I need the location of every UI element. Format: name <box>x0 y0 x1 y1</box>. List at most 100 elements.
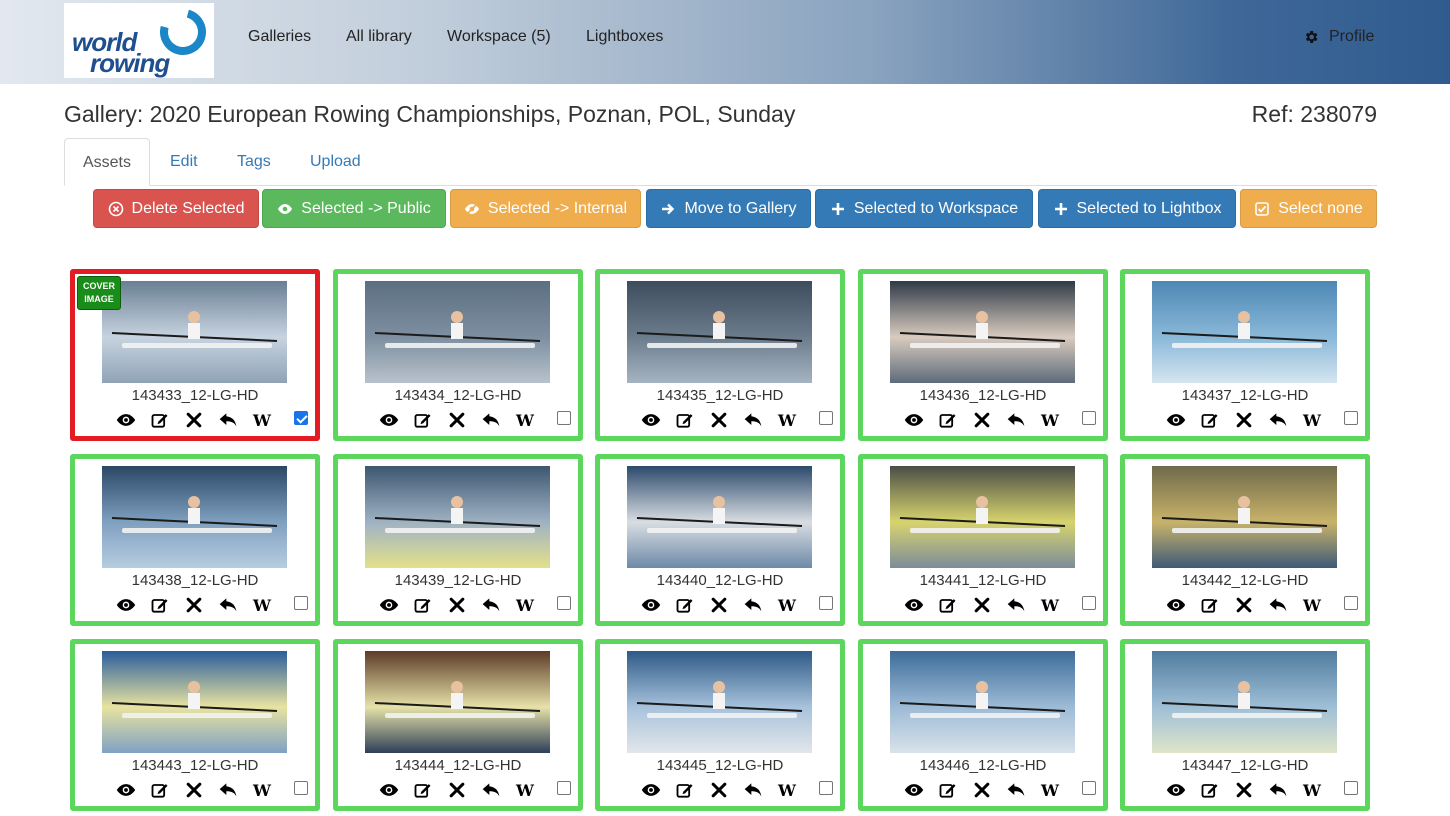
workspace-w-icon[interactable]: W <box>245 594 279 616</box>
reply-arrow-icon[interactable] <box>1261 409 1295 431</box>
reply-arrow-icon[interactable] <box>999 409 1033 431</box>
profile-menu[interactable]: Profile <box>1303 28 1374 46</box>
reply-arrow-icon[interactable] <box>1261 779 1295 801</box>
asset-select-checkbox[interactable] <box>294 781 308 795</box>
asset-thumbnail[interactable] <box>890 466 1075 568</box>
asset-card[interactable]: 143445_12-LG-HD W <box>595 639 845 811</box>
selected-internal-button[interactable]: Selected -> Internal <box>450 189 641 228</box>
workspace-w-icon[interactable]: W <box>508 409 542 431</box>
edit-icon[interactable] <box>1193 409 1227 431</box>
asset-thumbnail[interactable] <box>102 466 287 568</box>
asset-thumbnail[interactable] <box>102 651 287 753</box>
edit-icon[interactable] <box>1193 594 1227 616</box>
edit-icon[interactable] <box>931 779 965 801</box>
asset-select-checkbox[interactable] <box>557 596 571 610</box>
tab-upload[interactable]: Upload <box>310 138 361 186</box>
asset-card[interactable]: 143434_12-LG-HD W <box>333 269 583 441</box>
asset-thumbnail[interactable] <box>365 281 550 383</box>
workspace-w-icon[interactable]: W <box>1033 779 1067 801</box>
asset-select-checkbox[interactable] <box>1344 411 1358 425</box>
view-eye-icon[interactable] <box>109 779 143 801</box>
delete-x-icon[interactable] <box>1227 594 1261 616</box>
edit-icon[interactable] <box>143 409 177 431</box>
view-eye-icon[interactable] <box>372 594 406 616</box>
asset-card[interactable]: 143439_12-LG-HD W <box>333 454 583 626</box>
nav-all-library[interactable]: All library <box>346 28 412 46</box>
edit-icon[interactable] <box>668 779 702 801</box>
reply-arrow-icon[interactable] <box>999 779 1033 801</box>
delete-x-icon[interactable] <box>702 779 736 801</box>
asset-select-checkbox[interactable] <box>557 781 571 795</box>
view-eye-icon[interactable] <box>634 779 668 801</box>
asset-thumbnail[interactable] <box>627 651 812 753</box>
workspace-w-icon[interactable]: W <box>245 409 279 431</box>
workspace-w-icon[interactable]: W <box>508 594 542 616</box>
edit-icon[interactable] <box>668 409 702 431</box>
tab-tags[interactable]: Tags <box>237 138 271 186</box>
edit-icon[interactable] <box>668 594 702 616</box>
asset-card[interactable]: 143438_12-LG-HD W <box>70 454 320 626</box>
edit-icon[interactable] <box>1193 779 1227 801</box>
delete-x-icon[interactable] <box>1227 779 1261 801</box>
asset-select-checkbox[interactable] <box>819 596 833 610</box>
asset-card[interactable]: 143442_12-LG-HD W <box>1120 454 1370 626</box>
edit-icon[interactable] <box>931 409 965 431</box>
workspace-w-icon[interactable]: W <box>1033 409 1067 431</box>
view-eye-icon[interactable] <box>897 409 931 431</box>
asset-card[interactable]: 143447_12-LG-HD W <box>1120 639 1370 811</box>
asset-thumbnail[interactable] <box>890 281 1075 383</box>
asset-thumbnail[interactable] <box>627 281 812 383</box>
reply-arrow-icon[interactable] <box>1261 594 1295 616</box>
move-to-gallery-button[interactable]: Move to Gallery <box>646 189 811 228</box>
reply-arrow-icon[interactable] <box>736 409 770 431</box>
delete-x-icon[interactable] <box>177 779 211 801</box>
asset-card[interactable]: 143437_12-LG-HD W <box>1120 269 1370 441</box>
asset-thumbnail[interactable] <box>890 651 1075 753</box>
delete-x-icon[interactable] <box>440 594 474 616</box>
delete-x-icon[interactable] <box>965 594 999 616</box>
workspace-w-icon[interactable]: W <box>245 779 279 801</box>
asset-thumbnail[interactable] <box>1152 281 1337 383</box>
delete-x-icon[interactable] <box>177 409 211 431</box>
asset-thumbnail[interactable] <box>365 466 550 568</box>
view-eye-icon[interactable] <box>1159 594 1193 616</box>
reply-arrow-icon[interactable] <box>999 594 1033 616</box>
delete-x-icon[interactable] <box>440 779 474 801</box>
delete-x-icon[interactable] <box>1227 409 1261 431</box>
workspace-w-icon[interactable]: W <box>1033 594 1067 616</box>
view-eye-icon[interactable] <box>372 779 406 801</box>
reply-arrow-icon[interactable] <box>211 594 245 616</box>
workspace-w-icon[interactable]: W <box>770 594 804 616</box>
asset-thumbnail[interactable] <box>1152 651 1337 753</box>
asset-select-checkbox[interactable] <box>1082 411 1096 425</box>
nav-lightboxes[interactable]: Lightboxes <box>586 28 663 46</box>
view-eye-icon[interactable] <box>897 594 931 616</box>
asset-thumbnail[interactable] <box>627 466 812 568</box>
asset-card[interactable]: 143441_12-LG-HD W <box>858 454 1108 626</box>
asset-thumbnail[interactable] <box>365 651 550 753</box>
edit-icon[interactable] <box>406 594 440 616</box>
select-none-button[interactable]: Select none <box>1240 189 1377 228</box>
view-eye-icon[interactable] <box>1159 779 1193 801</box>
tab-assets[interactable]: Assets <box>64 138 150 186</box>
view-eye-icon[interactable] <box>109 594 143 616</box>
selected-to-workspace-button[interactable]: Selected to Workspace <box>815 189 1033 228</box>
delete-x-icon[interactable] <box>440 409 474 431</box>
edit-icon[interactable] <box>143 779 177 801</box>
edit-icon[interactable] <box>406 779 440 801</box>
view-eye-icon[interactable] <box>897 779 931 801</box>
reply-arrow-icon[interactable] <box>474 594 508 616</box>
workspace-w-icon[interactable]: W <box>1295 409 1329 431</box>
asset-card[interactable]: COVER IMAGE 143433_12-LG-HD W <box>70 269 320 441</box>
view-eye-icon[interactable] <box>109 409 143 431</box>
asset-select-checkbox[interactable] <box>294 596 308 610</box>
asset-card[interactable]: 143444_12-LG-HD W <box>333 639 583 811</box>
asset-thumbnail[interactable] <box>102 281 287 383</box>
edit-icon[interactable] <box>143 594 177 616</box>
edit-icon[interactable] <box>931 594 965 616</box>
asset-select-checkbox[interactable] <box>1344 781 1358 795</box>
asset-select-checkbox[interactable] <box>819 411 833 425</box>
asset-card[interactable]: 143446_12-LG-HD W <box>858 639 1108 811</box>
workspace-w-icon[interactable]: W <box>770 779 804 801</box>
asset-select-checkbox[interactable] <box>1344 596 1358 610</box>
